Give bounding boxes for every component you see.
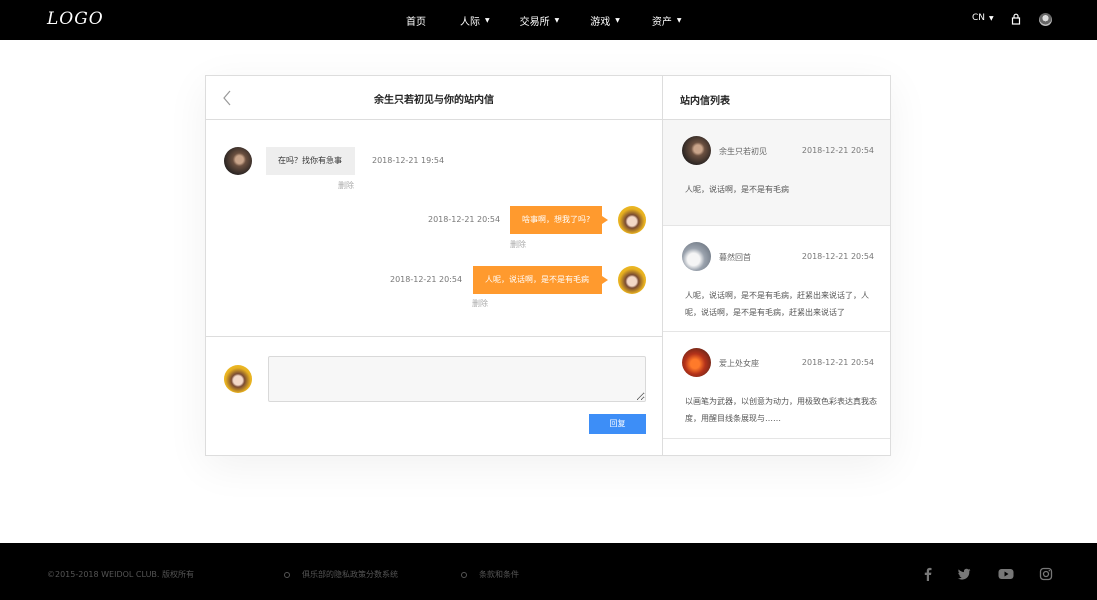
twitter-icon[interactable] — [957, 567, 971, 581]
facebook-icon[interactable] — [921, 567, 935, 581]
delete-message-link[interactable]: 删除 — [510, 239, 526, 250]
my-avatar — [618, 266, 646, 294]
nav-item-exchange[interactable]: 交易所 ▼ — [520, 13, 560, 28]
conversation-preview: 人呢，说话啊，是不是有毛病，赶紧出来说话了，人呢，说话啊，是不是有毛病，赶紧出来… — [685, 291, 869, 317]
nav-item-assets[interactable]: 资产 ▼ — [652, 13, 682, 28]
chat-header: 余生只若初见与你的站内信 — [206, 76, 662, 120]
contact-avatar — [682, 242, 711, 271]
nav-item-label: 游戏 — [590, 16, 611, 28]
terms-link[interactable]: 条款和条件 — [461, 569, 519, 580]
conversation-time: 2018-12-21 20:54 — [801, 252, 874, 261]
nav-item-label: 资产 — [651, 16, 672, 28]
copyright-text: ©2015-2018 WEIDOL CLUB. 版权所有 — [47, 570, 195, 579]
reply-input[interactable] — [268, 356, 646, 402]
message-time: 2018-12-21 20:54 — [390, 275, 463, 284]
nav-item-social[interactable]: 人际 ▼ — [460, 13, 490, 28]
caret-down-icon: ▼ — [676, 16, 682, 24]
caret-down-icon: ▼ — [554, 16, 560, 24]
bullet-icon — [284, 571, 290, 578]
my-avatar — [618, 206, 646, 234]
message-list-pane: 站内信列表 余生只若初见 2018-12-21 20:54 人呢，说话啊，是不是… — [663, 76, 890, 455]
conversation-item[interactable]: 暮然回首 2018-12-21 20:54 人呢，说话啊，是不是有毛病，赶紧出来… — [663, 226, 890, 332]
reply-button[interactable]: 回复 — [589, 414, 646, 434]
message-time: 2018-12-21 20:54 — [428, 215, 501, 224]
nav-item-label: 交易所 — [519, 16, 550, 28]
nav-item-games[interactable]: 游戏 ▼ — [590, 13, 620, 28]
language-label: CN — [972, 13, 986, 23]
user-avatar[interactable] — [1039, 13, 1052, 26]
message-bubble: 人呢，说话啊，是不是有毛病 — [473, 266, 608, 294]
footer-link-label: 条款和条件 — [479, 570, 519, 579]
instagram-icon[interactable] — [1039, 567, 1053, 581]
nav-item-home[interactable]: 首页 — [406, 13, 426, 28]
chat-title: 余生只若初见与你的站内信 — [374, 95, 494, 106]
conversation-time: 2018-12-21 20:54 — [801, 358, 874, 367]
messages-card: 余生只若初见与你的站内信 在吗？找你有急事 2018-12-21 19:54 删… — [205, 75, 891, 456]
footer: ©2015-2018 WEIDOL CLUB. 版权所有 俱乐部的隐私政策分数系… — [0, 543, 1097, 600]
conversation-preview: 以画笔为武器，以创意为动力，用极致色彩表达真我态度，用醒目线条展现与…… — [685, 397, 877, 423]
caret-down-icon: ▼ — [615, 16, 620, 24]
message-bubble: 在吗？找你有急事 — [266, 147, 355, 175]
message-time: 2018-12-21 19:54 — [372, 156, 445, 165]
message-bubble: 啥事啊，想我了吗? — [510, 206, 608, 234]
caret-down-icon: ▼ — [485, 16, 490, 24]
footer-link-label: 俱乐部的隐私政策分数系统 — [302, 570, 398, 579]
conversation-item[interactable]: 余生只若初见 2018-12-21 20:54 人呢，说话啊，是不是有毛病 — [663, 120, 890, 226]
chat-pane: 余生只若初见与你的站内信 在吗？找你有急事 2018-12-21 19:54 删… — [206, 76, 663, 455]
privacy-policy-link[interactable]: 俱乐部的隐私政策分数系统 — [284, 569, 398, 580]
caret-down-icon: ▼ — [989, 14, 994, 22]
contact-avatar — [682, 348, 711, 377]
delete-message-link[interactable]: 删除 — [472, 298, 488, 309]
contact-name: 爱上处女座 — [719, 359, 759, 368]
conversation-item[interactable]: 爱上处女座 2018-12-21 20:54 以画笔为武器，以创意为动力，用极致… — [663, 332, 890, 439]
my-avatar — [224, 365, 252, 393]
main-nav: 首页 人际 ▼ 交易所 ▼ 游戏 ▼ 资产 ▼ — [392, 0, 682, 40]
conversation-time: 2018-12-21 20:54 — [801, 146, 874, 155]
nav-item-label: 人际 — [460, 16, 480, 28]
top-navigation-bar: LOGO 首页 人际 ▼ 交易所 ▼ 游戏 ▼ 资产 ▼ CN ▼ — [0, 0, 1097, 40]
lock-icon[interactable] — [1011, 13, 1021, 25]
list-title: 站内信列表 — [680, 96, 730, 107]
youtube-icon[interactable] — [998, 567, 1014, 581]
nav-item-label: 首页 — [406, 16, 426, 28]
bullet-icon — [461, 571, 467, 578]
contact-name: 暮然回首 — [719, 253, 751, 262]
sender-avatar — [224, 147, 252, 175]
divider — [206, 336, 662, 337]
conversation-preview: 人呢，说话啊，是不是有毛病 — [685, 185, 789, 194]
delete-message-link[interactable]: 删除 — [338, 180, 354, 191]
contact-name: 余生只若初见 — [719, 147, 767, 156]
list-header: 站内信列表 — [663, 76, 890, 120]
contact-avatar — [682, 136, 711, 165]
logo[interactable]: LOGO — [47, 9, 104, 29]
language-selector[interactable]: CN ▼ — [972, 13, 994, 23]
